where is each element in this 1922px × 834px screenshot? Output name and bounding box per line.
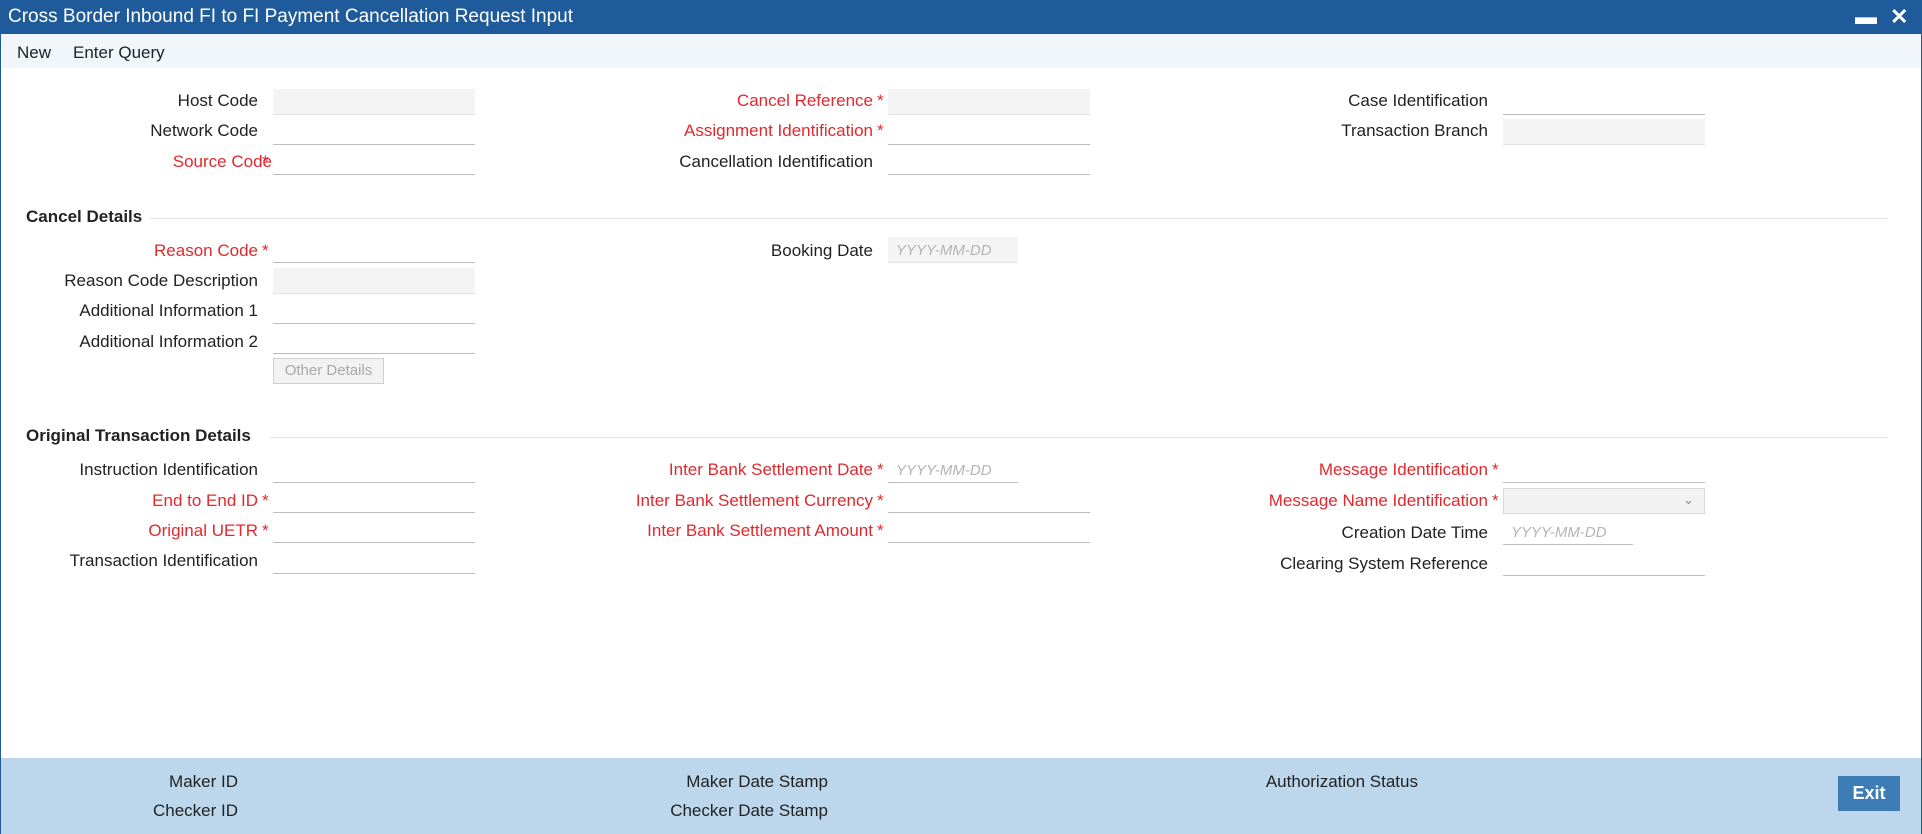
reason-code-description-label: Reason Code Description xyxy=(64,271,258,290)
case-identification-field[interactable] xyxy=(1503,89,1705,115)
booking-date-label: Booking Date xyxy=(770,241,873,260)
message-identification-field[interactable] xyxy=(1503,457,1705,483)
inter-bank-settlement-currency-required-marker: * xyxy=(877,491,884,510)
reason-code-field[interactable] xyxy=(273,237,475,263)
additional-information-2-field[interactable] xyxy=(273,328,475,354)
network-code-field[interactable] xyxy=(273,119,475,145)
original-uetr-field[interactable] xyxy=(273,517,475,543)
original-uetr-required-marker: * xyxy=(262,521,269,540)
cancel-reference-field xyxy=(888,89,1090,115)
checker-date-stamp-label: Checker Date Stamp xyxy=(670,801,828,820)
cancel-reference-required-marker: * xyxy=(877,91,884,110)
source-code-field[interactable] xyxy=(273,149,475,175)
inter-bank-settlement-currency-field[interactable] xyxy=(888,487,1090,513)
end-to-end-id-field[interactable] xyxy=(273,487,475,513)
maker-id-label: Maker ID xyxy=(169,772,238,791)
assignment-identification-label: Assignment Identification xyxy=(684,121,873,140)
audit-footer xyxy=(1,758,1921,834)
inter-bank-settlement-amount-field[interactable] xyxy=(888,517,1090,543)
enter-query-button[interactable]: Enter Query xyxy=(73,43,165,63)
clearing-system-reference-field[interactable] xyxy=(1503,550,1705,576)
message-name-identification-label: Message Name Identification xyxy=(1268,491,1488,510)
cancellation-identification-label: Cancellation Identification xyxy=(679,152,873,171)
inter-bank-settlement-currency-label: Inter Bank Settlement Currency xyxy=(635,491,873,510)
new-button[interactable]: New xyxy=(17,43,51,63)
close-icon[interactable]: ✕ xyxy=(1890,4,1908,30)
transaction-identification-label: Transaction Identification xyxy=(69,551,258,570)
checker-id-label: Checker ID xyxy=(152,801,238,820)
assignment-identification-field[interactable] xyxy=(888,119,1090,145)
inter-bank-settlement-date-required-marker: * xyxy=(877,460,884,479)
transaction-branch-field xyxy=(1503,119,1705,145)
host-code-label: Host Code xyxy=(177,91,258,110)
network-code-label: Network Code xyxy=(150,121,258,140)
end-to-end-id-label: End to End ID xyxy=(152,491,258,510)
message-name-identification-required-marker: * xyxy=(1492,491,1499,510)
additional-information-2-label: Additional Information 2 xyxy=(79,332,258,351)
original-transaction-details-divider xyxy=(270,437,1888,438)
reason-code-required-marker: * xyxy=(262,241,269,260)
source-code-required-marker: * xyxy=(262,152,269,171)
original-transaction-details-section-title: Original Transaction Details xyxy=(26,426,251,445)
booking-date-field[interactable]: YYYY-MM-DD xyxy=(888,237,1018,263)
cancel-reference-label: Cancel Reference xyxy=(736,91,873,110)
cancel-details-section-title: Cancel Details xyxy=(26,207,143,226)
message-identification-label: Message Identification xyxy=(1318,460,1488,479)
additional-information-1-label: Additional Information 1 xyxy=(79,301,258,320)
cancellation-identification-field[interactable] xyxy=(888,149,1090,175)
inter-bank-settlement-date-field[interactable]: YYYY-MM-DD xyxy=(888,457,1018,483)
source-code-label: Source Code xyxy=(172,152,272,171)
instruction-identification-label: Instruction Identification xyxy=(79,460,258,479)
instruction-identification-field[interactable] xyxy=(273,457,475,483)
end-to-end-id-required-marker: * xyxy=(262,491,269,510)
minimize-icon[interactable]: ▬ xyxy=(1855,4,1877,30)
toolbar xyxy=(1,34,1921,68)
window-border-left xyxy=(0,34,1,834)
creation-date-time-field[interactable]: YYYY-MM-DD xyxy=(1503,519,1633,545)
case-identification-label: Case Identification xyxy=(1348,91,1488,110)
window-title: Cross Border Inbound FI to FI Payment Ca… xyxy=(8,6,574,27)
inter-bank-settlement-amount-required-marker: * xyxy=(877,521,884,540)
transaction-branch-label: Transaction Branch xyxy=(1341,121,1488,140)
authorization-status-label: Authorization Status xyxy=(1265,772,1418,791)
transaction-identification-field[interactable] xyxy=(273,548,475,574)
inter-bank-settlement-amount-label: Inter Bank Settlement Amount xyxy=(647,521,873,540)
host-code-field xyxy=(273,89,475,115)
assignment-identification-required-marker: * xyxy=(877,121,884,140)
message-identification-required-marker: * xyxy=(1492,460,1499,479)
inter-bank-settlement-date-label: Inter Bank Settlement Date xyxy=(668,460,873,479)
reason-code-label: Reason Code xyxy=(154,241,258,260)
additional-information-1-field[interactable] xyxy=(273,298,475,324)
reason-code-description-field xyxy=(273,268,475,294)
other-details-button[interactable]: Other Details xyxy=(273,358,384,384)
clearing-system-reference-label: Clearing System Reference xyxy=(1280,554,1488,573)
cancel-details-divider xyxy=(150,218,1888,219)
exit-button[interactable]: Exit xyxy=(1838,776,1900,811)
creation-date-time-label: Creation Date Time xyxy=(1341,523,1488,542)
message-name-identification-select[interactable]: ⌄ xyxy=(1503,488,1705,514)
maker-date-stamp-label: Maker Date Stamp xyxy=(686,772,828,791)
chevron-down-icon: ⌄ xyxy=(1683,492,1694,507)
original-uetr-label: Original UETR xyxy=(148,521,258,540)
